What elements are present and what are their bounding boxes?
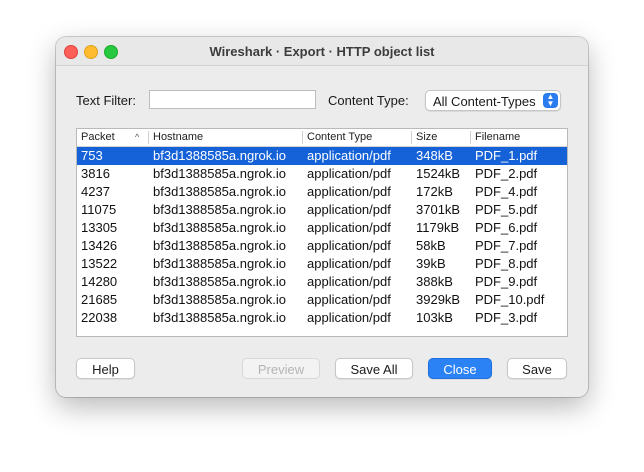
- table-row[interactable]: 4237 bf3d1388585a.ngrok.io application/pdf…: [77, 183, 567, 201]
- sort-ascending-icon: ^: [135, 132, 140, 142]
- cell-packet: 753: [81, 148, 103, 163]
- cell-hostname: bf3d1388585a.ngrok.io: [153, 310, 287, 325]
- preview-button[interactable]: Preview: [242, 358, 320, 379]
- cell-size: 39kB: [416, 256, 446, 271]
- close-button[interactable]: Close: [428, 358, 492, 379]
- cell-size: 1524kB: [416, 166, 461, 181]
- table-row[interactable]: 21685 bf3d1388585a.ngrok.io application/pd…: [77, 291, 567, 309]
- column-header-content-type[interactable]: Content Type: [307, 131, 372, 143]
- cell-filename: PDF_3.pdf: [475, 310, 538, 325]
- cell-size: 172kB: [416, 184, 453, 199]
- chevron-up-down-icon: ▲ ▼: [543, 93, 558, 108]
- cell-hostname: bf3d1388585a.ngrok.io: [153, 202, 287, 217]
- cell-filename: PDF_8.pdf: [475, 256, 538, 271]
- cell-content-type: application/pdf: [307, 166, 391, 181]
- table-row[interactable]: 14280 bf3d1388585a.ngrok.io application/pd…: [77, 273, 567, 291]
- cell-packet: 21685: [81, 292, 118, 307]
- cell-hostname: bf3d1388585a.ngrok.io: [153, 274, 287, 289]
- cell-filename: PDF_2.pdf: [475, 166, 538, 181]
- content-type-select[interactable]: All Content-Types ▲ ▼: [425, 90, 561, 111]
- cell-size: 3929kB: [416, 292, 461, 307]
- cell-content-type: application/pdf: [307, 310, 391, 325]
- cell-content-type: application/pdf: [307, 220, 391, 235]
- column-divider[interactable]: [148, 131, 149, 144]
- cell-content-type: application/pdf: [307, 202, 391, 217]
- table-row[interactable]: 13426 bf3d1388585a.ngrok.io application/pd…: [77, 237, 567, 255]
- content-type-label: Content Type:: [328, 93, 409, 108]
- cell-hostname: bf3d1388585a.ngrok.io: [153, 184, 287, 199]
- column-header-filename[interactable]: Filename: [475, 131, 520, 143]
- cell-content-type: application/pdf: [307, 292, 391, 307]
- column-header-packet[interactable]: Packet: [81, 131, 115, 143]
- cell-packet: 22038: [81, 310, 118, 325]
- text-filter-label: Text Filter:: [76, 93, 136, 108]
- cell-packet: 11075: [81, 202, 117, 217]
- cell-hostname: bf3d1388585a.ngrok.io: [153, 148, 287, 163]
- cell-content-type: application/pdf: [307, 184, 391, 199]
- cell-packet: 13426: [81, 238, 118, 253]
- export-http-dialog: Wireshark · Export · HTTP object list Te…: [56, 37, 588, 397]
- cell-hostname: bf3d1388585a.ngrok.io: [153, 256, 287, 271]
- column-header-size[interactable]: Size: [416, 131, 437, 143]
- column-divider[interactable]: [411, 131, 412, 144]
- cell-hostname: bf3d1388585a.ngrok.io: [153, 220, 287, 235]
- cell-content-type: application/pdf: [307, 148, 391, 163]
- cell-filename: PDF_10.pdf: [475, 292, 545, 307]
- column-divider[interactable]: [470, 131, 471, 144]
- cell-size: 103kB: [416, 310, 453, 325]
- cell-hostname: bf3d1388585a.ngrok.io: [153, 166, 287, 181]
- cell-size: 388kB: [416, 274, 453, 289]
- cell-filename: PDF_7.pdf: [475, 238, 538, 253]
- cell-hostname: bf3d1388585a.ngrok.io: [153, 292, 287, 307]
- cell-filename: PDF_5.pdf: [475, 202, 538, 217]
- column-header-hostname[interactable]: Hostname: [153, 131, 203, 143]
- cell-filename: PDF_1.pdf: [475, 148, 538, 163]
- table-row[interactable]: 3816 bf3d1388585a.ngrok.io application/pdf…: [77, 165, 567, 183]
- table-row[interactable]: 13522 bf3d1388585a.ngrok.io application/pd…: [77, 255, 567, 273]
- content-type-selected: All Content-Types: [433, 94, 536, 109]
- cell-size: 58kB: [416, 238, 446, 253]
- cell-packet: 4237: [81, 184, 110, 199]
- cell-size: 1179kB: [416, 220, 460, 235]
- text-filter-input[interactable]: [149, 90, 316, 109]
- help-button[interactable]: Help: [76, 358, 135, 379]
- cell-hostname: bf3d1388585a.ngrok.io: [153, 238, 287, 253]
- cell-packet: 3816: [81, 166, 110, 181]
- cell-content-type: application/pdf: [307, 274, 391, 289]
- cell-size: 3701kB: [416, 202, 461, 217]
- table-header: Packet ^ Hostname Content Type Size File…: [77, 129, 567, 147]
- cell-packet: 14280: [81, 274, 118, 289]
- table-row[interactable]: 13305 bf3d1388585a.ngrok.io application/pd…: [77, 219, 567, 237]
- table-row[interactable]: 22038 bf3d1388585a.ngrok.io application/pd…: [77, 309, 567, 327]
- cell-packet: 13305: [81, 220, 118, 235]
- cell-filename: PDF_6.pdf: [475, 220, 538, 235]
- cell-content-type: application/pdf: [307, 238, 391, 253]
- cell-filename: PDF_4.pdf: [475, 184, 538, 199]
- window-title: Wireshark · Export · HTTP object list: [209, 44, 435, 59]
- table-row[interactable]: 753 bf3d1388585a.ngrok.io application/pdf 3…: [77, 147, 567, 165]
- cell-filename: PDF_9.pdf: [475, 274, 538, 289]
- save-button[interactable]: Save: [507, 358, 567, 379]
- save-all-button[interactable]: Save All: [335, 358, 413, 379]
- table-row[interactable]: 11075 bf3d1388585a.ngrok.io application/pd…: [77, 201, 567, 219]
- column-divider[interactable]: [302, 131, 303, 144]
- cell-packet: 13522: [81, 256, 118, 271]
- cell-content-type: application/pdf: [307, 256, 391, 271]
- title-bar[interactable]: Wireshark · Export · HTTP object list: [56, 37, 588, 66]
- cell-size: 348kB: [416, 148, 453, 163]
- http-object-table[interactable]: Packet ^ Hostname Content Type Size File…: [76, 128, 568, 337]
